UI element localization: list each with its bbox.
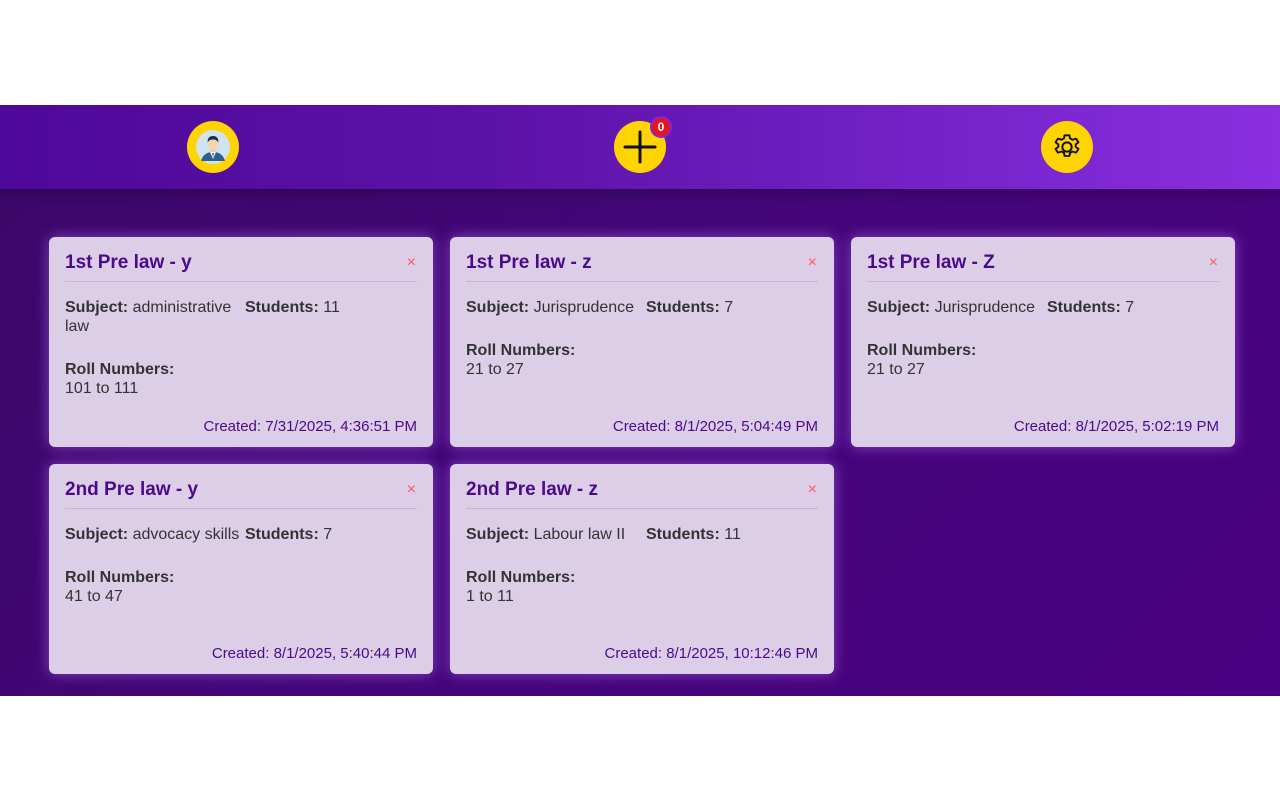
subject-label: Subject:: [65, 526, 129, 543]
subject-field: Subject: Jurisprudence: [466, 298, 646, 317]
card-header: 2nd Pre law - y ×: [65, 478, 417, 509]
created-value: 8/1/2025, 5:04:49 PM: [674, 418, 818, 435]
app-container: 0 1st Pre law - y × Subject: administrat…: [0, 105, 1280, 696]
students-label: Students:: [245, 526, 319, 543]
close-icon[interactable]: ×: [407, 255, 417, 271]
add-button[interactable]: 0: [613, 116, 672, 173]
subject-value: Jurisprudence: [934, 299, 1036, 316]
subject-label: Subject:: [867, 299, 931, 316]
card-info-row: Subject: Labour law II Students: 11: [466, 525, 818, 544]
card-title: 2nd Pre law - y: [65, 479, 199, 500]
roll-numbers-label: Roll Numbers:: [466, 342, 576, 359]
roll-numbers-value: 101 to 111: [65, 380, 139, 397]
roll-numbers-label: Roll Numbers:: [466, 569, 576, 586]
class-card[interactable]: 1st Pre law - Z × Subject: Jurisprudence…: [851, 237, 1235, 447]
gear-icon: [1054, 134, 1080, 157]
roll-numbers-label: Roll Numbers:: [65, 361, 175, 378]
top-blank-area: [0, 0, 1280, 105]
students-field: Students: 11: [245, 298, 417, 336]
card-header: 1st Pre law - Z ×: [867, 251, 1219, 282]
roll-numbers-field: Roll Numbers: 41 to 47: [65, 568, 417, 606]
card-title: 2nd Pre law - z: [466, 479, 598, 500]
roll-numbers-field: Roll Numbers: 21 to 27: [466, 341, 818, 379]
card-header: 1st Pre law - z ×: [466, 251, 818, 282]
card-header: 2nd Pre law - z ×: [466, 478, 818, 509]
roll-numbers-value: 1 to 11: [466, 588, 514, 605]
notification-badge: 0: [649, 116, 672, 138]
close-icon[interactable]: ×: [407, 482, 417, 498]
card-info-row: Subject: Jurisprudence Students: 7: [867, 298, 1219, 317]
created-value: 8/1/2025, 5:40:44 PM: [273, 645, 417, 662]
close-icon[interactable]: ×: [808, 482, 818, 498]
card-info-row: Subject: advocacy skills Students: 7: [65, 525, 417, 544]
user-avatar-icon: [196, 130, 231, 164]
card-info-row: Subject: administrative law Students: 11: [65, 298, 417, 336]
roll-numbers-label: Roll Numbers:: [867, 342, 977, 359]
students-label: Students:: [646, 526, 720, 543]
roll-numbers-field: Roll Numbers: 101 to 111: [65, 360, 417, 398]
students-field: Students: 7: [245, 525, 417, 544]
navbar: 0: [0, 105, 1280, 189]
card-info-row: Subject: Jurisprudence Students: 7: [466, 298, 818, 317]
students-value: 7: [724, 299, 734, 316]
created-timestamp: Created: 8/1/2025, 5:40:44 PM: [65, 645, 417, 662]
subject-field: Subject: advocacy skills: [65, 525, 245, 544]
roll-numbers-value: 21 to 27: [867, 361, 925, 378]
profile-button[interactable]: [187, 121, 240, 173]
students-field: Students: 11: [646, 525, 818, 544]
subject-field: Subject: administrative law: [65, 298, 245, 336]
created-label: Created:: [203, 418, 266, 435]
card-title: 1st Pre law - y: [65, 252, 192, 273]
plus-icon: [623, 130, 657, 164]
students-field: Students: 7: [1047, 298, 1219, 317]
created-value: 8/1/2025, 5:02:19 PM: [1075, 418, 1219, 435]
class-card[interactable]: 1st Pre law - z × Subject: Jurisprudence…: [450, 237, 834, 447]
subject-label: Subject:: [466, 526, 530, 543]
subject-value: Jurisprudence: [533, 299, 635, 316]
subject-field: Subject: Labour law II: [466, 525, 646, 544]
created-timestamp: Created: 8/1/2025, 5:04:49 PM: [466, 418, 818, 435]
close-icon[interactable]: ×: [808, 255, 818, 271]
created-timestamp: Created: 8/1/2025, 10:12:46 PM: [466, 645, 818, 662]
roll-numbers-field: Roll Numbers: 1 to 11: [466, 568, 818, 606]
students-value: 7: [323, 526, 333, 543]
students-value: 7: [1125, 299, 1135, 316]
subject-label: Subject:: [65, 299, 129, 316]
card-grid: 1st Pre law - y × Subject: administrativ…: [49, 237, 1235, 674]
subject-label: Subject:: [466, 299, 530, 316]
created-value: 8/1/2025, 10:12:46 PM: [666, 645, 818, 662]
students-value: 11: [724, 526, 741, 543]
class-card[interactable]: 2nd Pre law - y × Subject: advocacy skil…: [49, 464, 433, 674]
roll-numbers-value: 21 to 27: [466, 361, 524, 378]
class-card[interactable]: 2nd Pre law - z × Subject: Labour law II…: [450, 464, 834, 674]
created-timestamp: Created: 7/31/2025, 4:36:51 PM: [65, 418, 417, 435]
students-label: Students:: [646, 299, 720, 316]
subject-value: Labour law II: [533, 526, 626, 543]
close-icon[interactable]: ×: [1209, 255, 1219, 271]
roll-numbers-label: Roll Numbers:: [65, 569, 175, 586]
created-label: Created:: [604, 645, 667, 662]
roll-numbers-field: Roll Numbers: 21 to 27: [867, 341, 1219, 379]
created-label: Created:: [1013, 418, 1076, 435]
card-header: 1st Pre law - y ×: [65, 251, 417, 282]
card-title: 1st Pre law - Z: [867, 252, 995, 273]
students-label: Students:: [245, 299, 319, 316]
students-label: Students:: [1047, 299, 1121, 316]
created-timestamp: Created: 8/1/2025, 5:02:19 PM: [867, 418, 1219, 435]
created-label: Created:: [211, 645, 274, 662]
settings-button[interactable]: [1040, 121, 1093, 173]
students-field: Students: 7: [646, 298, 818, 317]
subject-value: advocacy skills: [132, 526, 240, 543]
subject-field: Subject: Jurisprudence: [867, 298, 1047, 317]
card-title: 1st Pre law - z: [466, 252, 592, 273]
students-value: 11: [323, 299, 340, 316]
created-value: 7/31/2025, 4:36:51 PM: [265, 418, 417, 435]
class-card[interactable]: 1st Pre law - y × Subject: administrativ…: [49, 237, 433, 447]
roll-numbers-value: 41 to 47: [65, 588, 123, 605]
created-label: Created:: [612, 418, 675, 435]
